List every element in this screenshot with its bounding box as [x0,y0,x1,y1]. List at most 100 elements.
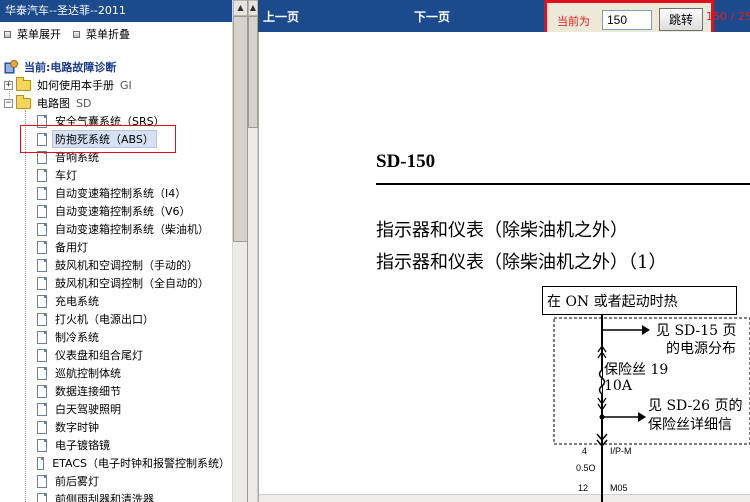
doc-heading-1: 指示器和仪表（除柴油机之外） [376,220,628,241]
menu-expand-button[interactable]: 菜单展开 [4,26,61,42]
prev-page-link[interactable]: 上一页 [263,8,299,25]
document-icon [37,132,47,146]
document-icon [37,366,47,380]
tree-item-label: 白天驾驶照明 [55,403,121,416]
diagram-ref-label: 保险丝详细信 [648,417,732,433]
document-icon [37,438,47,452]
scroll-up-button[interactable]: ▲ [248,0,258,16]
expand-plus-icon[interactable]: + [4,80,13,90]
tree-item[interactable]: 防抱死系统（ABS） [0,130,232,148]
tree-item[interactable]: ETACS（电子时钟和报警控制系统） [0,454,232,472]
tree-item-label: ETACS（电子时钟和报警控制系统） [52,457,230,470]
tree-item[interactable]: 充电系统 [0,292,232,310]
document-icon [37,474,47,488]
document-icon [37,294,47,308]
tree-item[interactable]: 鼓风机和空调控制（手动的） [0,256,232,274]
left-scrollbar[interactable]: ▲ [232,0,247,502]
tree-item[interactable]: 数据连接细节 [0,382,232,400]
square-bullet-icon [73,30,80,38]
tree-item[interactable]: 仪表盘和组合尾灯 [0,346,232,364]
scroll-thumb[interactable] [248,16,258,128]
menu-expand-label: 菜单展开 [17,28,61,41]
document-icon [37,402,47,416]
tree-item-label: 数据连接细节 [55,385,121,398]
tree-view: 当前:电路故障诊断 + 如何使用本手册 GI − 电路图 SD 安全气囊系统（S… [0,58,232,502]
wire-size-label: 0.5O [576,463,596,473]
tree-item[interactable]: 自动变速箱控制系统（I4） [0,184,232,202]
tree-item-label: 鼓风机和空调控制（手动的） [55,259,198,272]
connector-pin: 12 [578,483,589,493]
wiring-diagram-lines [542,286,750,502]
tree-item-label: 打火机（电源出口） [55,313,154,326]
tree-children: 安全气囊系统（SRS） 防抱死系统（ABS） 音响系统车灯自动变速箱控制系统（I4）… [0,112,232,502]
tree-item[interactable]: 数字时钟 [0,418,232,436]
tree-item-label: 车灯 [55,169,77,182]
document-icon [37,312,47,326]
tree-item-label: 前后雾灯 [55,475,99,488]
jump-button[interactable]: 跳转 [659,8,703,31]
document-icon [37,186,47,200]
tree-item[interactable]: 前后雾灯 [0,472,232,490]
tree-item[interactable]: 白天驾驶照明 [0,400,232,418]
connector-label: M05 [610,483,628,493]
document-icon [37,150,47,164]
scroll-thumb[interactable] [233,16,247,242]
tree-item[interactable]: 自动变速箱控制系统（柴油机） [0,220,232,238]
tree-folder-code: SD [76,96,92,110]
document-icon [37,330,47,344]
tree-root[interactable]: 当前:电路故障诊断 [0,58,232,76]
tree-item-label: 音响系统 [55,151,99,164]
tree-item[interactable]: 自动变速箱控制系统（V6） [0,202,232,220]
tree-item-label: 防抱死系统（ABS） [52,130,157,148]
tree-item-label: 充电系统 [55,295,99,308]
tree-item-label: 备用灯 [55,241,88,254]
scroll-up-button[interactable]: ▲ [233,0,247,16]
next-page-link[interactable]: 下一页 [414,8,450,25]
tree-folder-manual[interactable]: + 如何使用本手册 GI [0,76,232,94]
tree-item-label: 鼓风机和空调控制（全自动的） [55,277,209,290]
page-count: 150 / 25 [706,10,750,23]
document-icon [37,204,47,218]
document-icon [37,168,47,182]
viewer-scrollbar[interactable]: ▲ [248,0,258,502]
page-number-input[interactable] [602,10,652,30]
tree-root-label: 当前:电路故障诊断 [24,61,117,74]
tree-item[interactable]: 车灯 [0,166,232,184]
document-icon [37,276,47,290]
tree-item[interactable]: 电子镀铬镜 [0,436,232,454]
fuse-rating: 10A [604,378,632,394]
tree-item[interactable]: 音响系统 [0,148,232,166]
app-title: 华泰汽车--圣达菲--2011 [0,0,232,22]
collapse-minus-icon[interactable]: − [4,98,13,108]
tree-item[interactable]: 备用灯 [0,238,232,256]
document-icon [37,456,45,470]
fuse-label: 保险丝 19 [604,362,669,378]
tree-item-label: 自动变速箱控制系统（柴油机） [55,223,209,236]
tree-item-label: 电子镀铬镜 [55,439,110,452]
title-rule [376,183,750,185]
doc-heading-2: 指示器和仪表（除柴油机之外）（1） [376,252,667,273]
tree-item-label: 巡航控制体统 [55,367,121,380]
tree-item-label: 数字时钟 [55,421,99,434]
tree-item[interactable]: 鼓风机和空调控制（全自动的） [0,274,232,292]
tree-item[interactable]: 巡航控制体统 [0,364,232,382]
tree-folder-label: 如何使用本手册 [37,79,114,92]
wiring-diagram: 在 ON 或者起动时热 见 SD-15 页 的电源分布 保险丝 19 10A 见… [542,286,750,502]
menu-collapse-button[interactable]: 菜单折叠 [73,26,130,42]
tree-item[interactable]: 制冷系统 [0,328,232,346]
tree-item-label: 自动变速箱控制系统（V6） [55,205,191,218]
tree-folder-label: 电路图 [37,97,70,110]
tree-item-label: 安全气囊系统（SRS） [55,115,165,128]
menu-toolbar: 菜单展开 菜单折叠 [0,24,232,44]
tree-folder-wiring[interactable]: − 电路图 SD [0,94,232,112]
document-icon [37,258,47,272]
tree-item[interactable]: 前侧雨刮器和清洗器 [0,490,232,502]
tree-item[interactable]: 安全气囊系统（SRS） [0,112,232,130]
navigation-panel: 华泰汽车--圣达菲--2011 菜单展开 菜单折叠 当前:电路故障诊断 + 如何… [0,0,248,502]
tree-item-label: 制冷系统 [55,331,99,344]
document-viewer: 上一页 下一页 当前为 跳转 150 / 25 SD-150 指示器和仪表（除柴… [258,0,750,502]
tree-item[interactable]: 打火机（电源出口） [0,310,232,328]
diagram-ref-label: 的电源分布 [666,341,736,357]
document-icon [37,114,47,128]
document-icon [37,240,47,254]
